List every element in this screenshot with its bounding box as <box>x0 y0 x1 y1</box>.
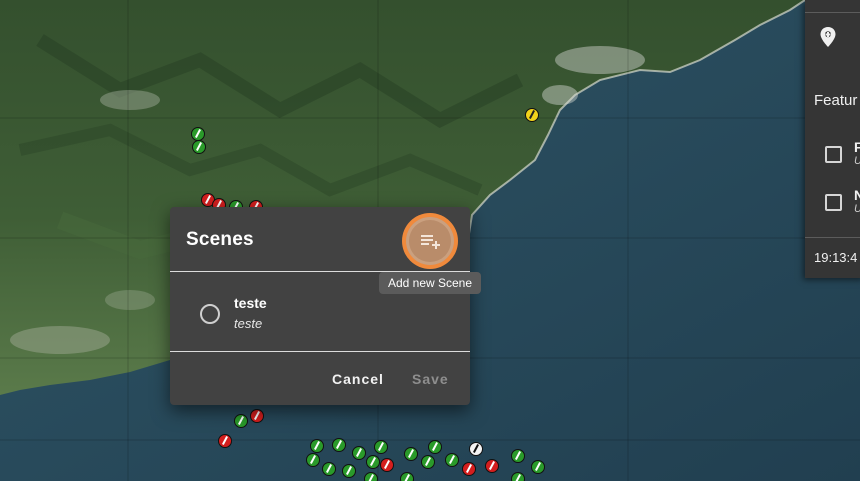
vessel-marker[interactable] <box>234 414 248 428</box>
vessel-marker[interactable] <box>310 439 324 453</box>
vessel-marker[interactable] <box>250 409 264 423</box>
vessel-marker[interactable] <box>404 447 418 461</box>
vessel-marker[interactable] <box>364 472 378 481</box>
map-pin-icon[interactable] <box>819 26 837 48</box>
add-scene-button[interactable] <box>406 217 454 265</box>
vessel-marker[interactable] <box>306 453 320 467</box>
feature-title: F <box>854 139 860 155</box>
playlist-add-icon <box>421 235 440 249</box>
vessel-marker[interactable] <box>525 108 539 122</box>
vessel-marker[interactable] <box>485 459 499 473</box>
vessel-marker[interactable] <box>469 442 483 456</box>
vessel-marker[interactable] <box>191 127 205 141</box>
vessel-marker[interactable] <box>421 455 435 469</box>
vessel-marker[interactable] <box>380 458 394 472</box>
features-side-panel: Featur F U N U 19:13:4 <box>805 0 860 278</box>
vessel-marker[interactable] <box>218 434 232 448</box>
vessel-marker[interactable] <box>192 140 206 154</box>
panel-divider <box>805 12 860 13</box>
vessel-marker[interactable] <box>445 453 459 467</box>
vessel-marker[interactable] <box>352 446 366 460</box>
panel-divider <box>805 237 860 238</box>
feature-title: N <box>854 187 860 203</box>
scene-description: teste <box>234 316 263 331</box>
timestamp: 19:13:4 <box>814 250 858 265</box>
vessel-marker[interactable] <box>428 440 442 454</box>
scene-radio[interactable] <box>200 304 220 324</box>
cancel-button[interactable]: Cancel <box>332 371 384 387</box>
vessel-marker[interactable] <box>511 449 525 463</box>
vessel-marker[interactable] <box>332 438 346 452</box>
dialog-title: Scenes <box>186 229 254 250</box>
vessel-marker[interactable] <box>400 472 414 481</box>
feature-subtitle: U <box>854 155 860 167</box>
vessel-marker[interactable] <box>322 462 336 476</box>
vessel-marker[interactable] <box>531 460 545 474</box>
feature-checkbox[interactable] <box>825 146 842 163</box>
vessel-marker[interactable] <box>511 472 525 481</box>
scene-name: teste <box>234 295 267 311</box>
add-scene-tooltip: Add new Scene <box>379 272 481 294</box>
vessel-marker[interactable] <box>462 462 476 476</box>
vessel-marker[interactable] <box>374 440 388 454</box>
vessel-marker[interactable] <box>342 464 356 478</box>
feature-subtitle: U <box>854 203 860 215</box>
features-label: Featur <box>814 92 858 109</box>
vessel-marker[interactable] <box>366 455 380 469</box>
save-button[interactable]: Save <box>412 371 449 387</box>
feature-checkbox[interactable] <box>825 194 842 211</box>
dialog-divider <box>170 351 470 352</box>
